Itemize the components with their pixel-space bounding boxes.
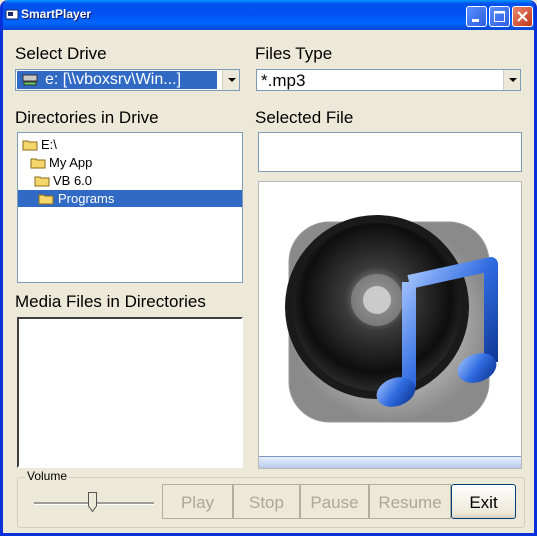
open-folder-icon xyxy=(34,176,50,187)
stop-button[interactable]: Stop xyxy=(233,484,300,519)
play-button[interactable]: Play xyxy=(162,484,233,519)
files-type-combo[interactable]: *.mp3 xyxy=(256,69,521,91)
resume-button[interactable]: Resume xyxy=(369,484,451,519)
minimize-button[interactable] xyxy=(466,6,487,27)
title-bar[interactable]: SmartPlayer xyxy=(3,0,534,30)
selected-file-field[interactable] xyxy=(258,132,522,172)
smartplayer-window: SmartPlayer Select Drive e: [\\vboxsrv\W… xyxy=(0,0,537,536)
close-button[interactable] xyxy=(512,6,533,27)
open-folder-icon xyxy=(30,158,46,169)
drive-dropdown-arrow[interactable] xyxy=(222,70,239,90)
dir-item-root[interactable]: E:\ xyxy=(22,136,222,153)
window-title: SmartPlayer xyxy=(21,7,92,21)
dir-item-programs[interactable]: Programs xyxy=(18,190,242,207)
speaker-music-note-image xyxy=(285,215,498,423)
dir-item-vb6[interactable]: VB 6.0 xyxy=(34,172,234,189)
files-type-dropdown-arrow[interactable] xyxy=(503,70,520,90)
files-type-value: *.mp3 xyxy=(261,71,306,90)
drive-selection: e: [\\vboxsrv\Win...] xyxy=(17,71,217,89)
open-folder-icon xyxy=(38,194,54,205)
select-drive-label: Select Drive xyxy=(15,44,107,63)
volume-slider-thumb[interactable] xyxy=(87,492,97,512)
selected-file-label: Selected File xyxy=(255,108,354,127)
media-player-control-bar[interactable] xyxy=(259,456,521,468)
volume-label: Volume xyxy=(25,469,70,483)
album-art-picture xyxy=(258,181,522,469)
minimize-icon xyxy=(472,19,479,22)
close-icon xyxy=(517,11,528,22)
directory-tree[interactable]: E:\ My App VB 6.0 Programs xyxy=(17,132,243,283)
drive-combo-value: e: [\\vboxsrv\Win...] xyxy=(45,71,182,88)
drive-combo[interactable]: e: [\\vboxsrv\Win...] xyxy=(15,69,240,91)
maximize-icon xyxy=(494,11,505,22)
pause-button[interactable]: Pause xyxy=(300,484,369,519)
network-drive-icon xyxy=(22,74,38,86)
dir-item-my-app[interactable]: My App xyxy=(30,154,230,171)
media-files-label: Media Files in Directories xyxy=(15,292,206,311)
files-type-label: Files Type xyxy=(255,44,333,63)
directories-label: Directories in Drive xyxy=(15,108,159,127)
app-icon xyxy=(5,9,19,20)
open-folder-icon xyxy=(22,140,38,151)
media-files-list[interactable] xyxy=(17,317,243,468)
exit-button[interactable]: Exit xyxy=(451,484,516,519)
maximize-button[interactable] xyxy=(489,6,510,27)
